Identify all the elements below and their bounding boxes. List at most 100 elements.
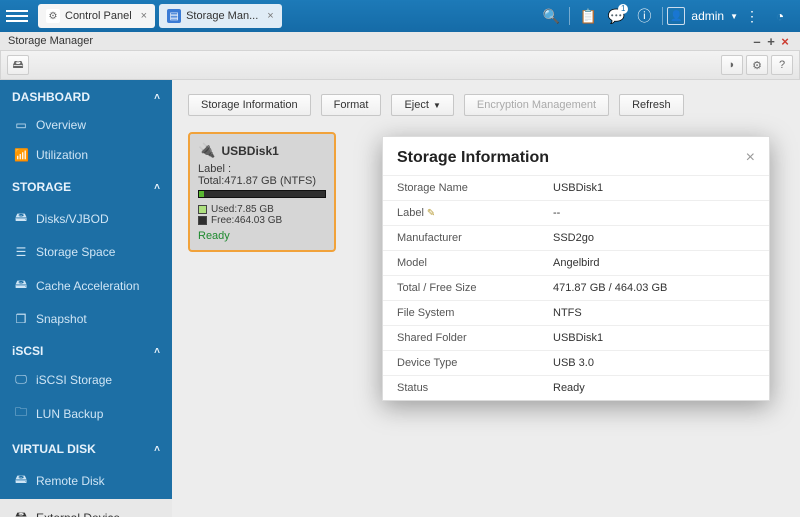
tab-close-icon[interactable]: × [141, 10, 147, 22]
refresh-button[interactable]: Refresh [619, 94, 684, 116]
app-tab-icon: ⚙ [46, 9, 60, 23]
sidebar-item[interactable]: 🖴 Cache Acceleration [0, 267, 172, 304]
content-area: Storage Information Format Eject▼ Encryp… [172, 80, 800, 517]
sidebar-item-icon: ❒ [14, 312, 28, 326]
disk-name: USBDisk1 [221, 144, 278, 158]
app-tab-label: Control Panel [65, 10, 132, 22]
user-name: admin [691, 9, 724, 23]
window-body: DASHBOARD˄▭Overview 📶 Utilization STORAGE ˄ 🖴… [0, 80, 800, 517]
sidebar-item[interactable]: ▭Overview [0, 110, 172, 140]
info-value: USB 3.0 [553, 357, 755, 369]
window-titlebar: Storage Manager – + × [0, 32, 800, 50]
user-avatar-icon: 👤 [667, 7, 685, 25]
info-key: Device Type [397, 357, 553, 369]
info-key: Model [397, 257, 553, 269]
search-icon[interactable]: 🔍 [537, 2, 565, 30]
clipboard-icon[interactable]: 📋 [574, 2, 602, 30]
edit-label-icon[interactable]: ✎ [427, 208, 435, 219]
settings-icon[interactable]: ⚙ [746, 55, 768, 75]
info-row: Device TypeUSB 3.0 [383, 350, 769, 375]
sidebar-item[interactable]: 🖴External Device [0, 499, 172, 517]
info-key: Shared Folder [397, 332, 553, 344]
info-value: SSD2go [553, 232, 755, 244]
chevron-up-icon: ˄ [154, 346, 160, 357]
sidebar-item-label: Storage Space [36, 245, 115, 259]
more-icon[interactable]: ⋮ [738, 2, 766, 30]
sidebar-item[interactable]: 🖵iSCSI Storage [0, 364, 172, 395]
window-close-button[interactable]: × [778, 34, 792, 49]
sidebar-item-icon: 🖴 [14, 275, 28, 296]
sidebar-section-header[interactable]: VIRTUAL DISK˄ [0, 432, 172, 462]
window-header: 🖴 ◗ ⚙ ? [0, 50, 800, 80]
help-icon[interactable]: ? [771, 55, 793, 75]
tab-close-icon[interactable]: × [267, 10, 273, 22]
sidebar-item-label: Cache Acceleration [36, 279, 139, 293]
sidebar-item[interactable]: 🖴Remote Disk [0, 462, 172, 499]
usage-bar [198, 190, 326, 198]
format-button[interactable]: Format [321, 94, 382, 116]
disk-total-line: Total:471.87 GB (NTFS) [198, 175, 326, 187]
sidebar: DASHBOARD˄▭Overview 📶 Utilization STORAGE ˄ 🖴… [0, 80, 172, 517]
info-row: Storage NameUSBDisk1 [383, 175, 769, 200]
info-key: Total / Free Size [397, 282, 553, 294]
sidebar-item-icon: ☰ [14, 245, 28, 259]
dialog-close-button[interactable]: × [746, 149, 755, 167]
sidebar-section-label: STORAGE [12, 180, 71, 194]
chevron-down-icon: ▼ [730, 12, 738, 21]
info-row: StatusReady [383, 375, 769, 400]
menu-icon[interactable] [6, 5, 28, 27]
app-tab[interactable]: ⚙ Control Panel × [38, 4, 155, 28]
sidebar-section-header[interactable]: iSCSI ˄ [0, 334, 172, 364]
info-key: File System [397, 307, 553, 319]
app-tab[interactable]: ▤Storage Man...× [159, 4, 282, 28]
window-title: Storage Manager [8, 35, 93, 47]
info-row: Label✎-- [383, 200, 769, 225]
window-maximize-button[interactable]: + [764, 34, 778, 49]
sidebar-item-label: Utilization [36, 148, 88, 162]
window-minimize-button[interactable]: – [750, 34, 764, 49]
disk-used: Used:7.85 GB [211, 204, 274, 215]
dashboard-gauge-icon[interactable]: ◔ [766, 2, 794, 30]
notification-icon[interactable]: 💬1 [602, 2, 630, 30]
sidebar-item[interactable]: 🗀LUN Backup [0, 395, 172, 432]
app-tab-icon: ▤ [167, 9, 181, 23]
disk-card[interactable]: 🔌 USBDisk1 Label : Total:471.87 GB (NTFS)… [188, 132, 336, 252]
sidebar-section-label: iSCSI [12, 344, 43, 358]
user-menu[interactable]: 👤 admin ▼ [667, 7, 738, 25]
sidebar-section-header[interactable]: DASHBOARD˄ [0, 80, 172, 110]
eject-button[interactable]: Eject▼ [391, 94, 453, 116]
sidebar-item-icon: 🖴 [14, 208, 28, 229]
header-action-icon[interactable]: ◗ [721, 55, 743, 75]
info-key: Storage Name [397, 182, 553, 194]
sidebar-item-label: Disks/VJBOD [36, 212, 109, 226]
app-icon-button[interactable]: 🖴 [7, 55, 29, 75]
sidebar-item-icon: 📶 [14, 148, 28, 162]
storage-information-button[interactable]: Storage Information [188, 94, 311, 116]
disk-free: Free:464.03 GB [211, 215, 282, 226]
sidebar-item[interactable]: 📶 Utilization [0, 140, 172, 170]
sidebar-item-label: Remote Disk [36, 474, 105, 488]
sidebar-item-label: Snapshot [36, 312, 87, 326]
chevron-down-icon: ▼ [433, 101, 441, 110]
disk-label-caption: Label : [198, 163, 326, 175]
info-value: -- [553, 207, 755, 219]
chevron-up-icon: ˄ [154, 182, 160, 193]
content-toolbar: Storage Information Format Eject▼ Encryp… [188, 94, 784, 116]
sidebar-item-label: Overview [36, 118, 86, 132]
info-row: Total / Free Size471.87 GB / 464.03 GB [383, 275, 769, 300]
sidebar-item-label: LUN Backup [36, 407, 103, 421]
chevron-up-icon: ˄ [154, 444, 160, 455]
usb-icon: 🔌 [198, 142, 215, 159]
info-value: NTFS [553, 307, 755, 319]
sidebar-item-icon: 🖵 [14, 372, 28, 387]
chevron-up-icon: ˄ [154, 92, 160, 103]
sidebar-item[interactable]: ☰ Storage Space [0, 237, 172, 267]
info-icon[interactable]: ⓘ [630, 2, 658, 30]
sidebar-section-header[interactable]: STORAGE ˄ [0, 170, 172, 200]
disk-status: Ready [198, 230, 326, 242]
info-row: ModelAngelbird [383, 250, 769, 275]
sidebar-item[interactable]: ❒ Snapshot [0, 304, 172, 334]
info-key: Manufacturer [397, 232, 553, 244]
info-value: Angelbird [553, 257, 755, 269]
sidebar-item[interactable]: 🖴 Disks/VJBOD [0, 200, 172, 237]
